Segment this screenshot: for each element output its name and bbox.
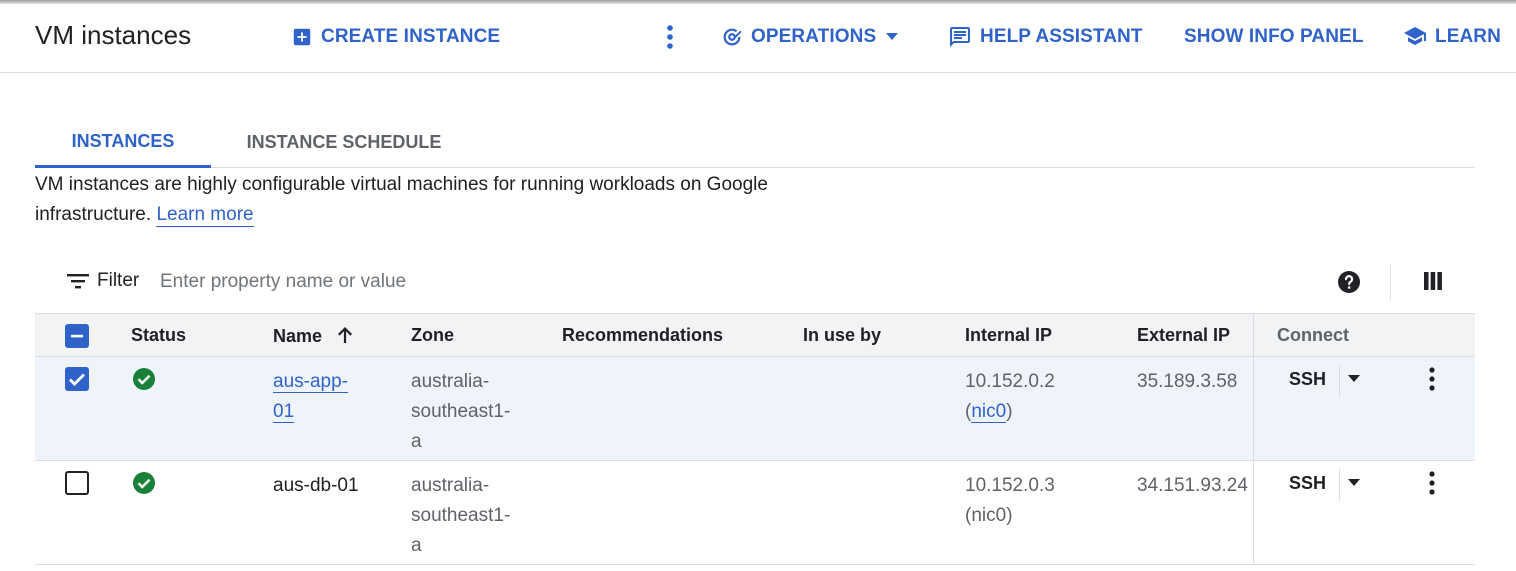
operations-icon [723, 28, 742, 46]
row-more-actions-icon[interactable] [1428, 470, 1436, 496]
instance-name-link[interactable]: aus-app- [273, 371, 348, 393]
add-box-icon [293, 28, 311, 46]
internal-ip-value: 10.152.0.3 [965, 475, 1055, 496]
column-recommendations[interactable]: Recommendations [562, 325, 723, 346]
tab-instance-schedule[interactable]: INSTANCE SCHEDULE [229, 118, 459, 167]
column-zone[interactable]: Zone [411, 325, 454, 346]
internal-ip-value: 10.152.0.2 [965, 371, 1055, 392]
help-assistant-button[interactable]: HELP ASSISTANT [948, 22, 1143, 52]
help-assistant-label: HELP ASSISTANT [980, 26, 1143, 47]
zone-line: southeast1- [411, 401, 511, 422]
instance-name-link-cont[interactable]: 01 [273, 401, 295, 423]
ssh-dropdown-icon[interactable] [1348, 375, 1360, 383]
filter-label: Filter [97, 270, 140, 291]
column-name[interactable]: Name [273, 325, 355, 347]
filter-icon [67, 274, 89, 289]
zone-line: australia- [411, 475, 490, 496]
ssh-button[interactable]: SSH [1289, 473, 1326, 494]
sort-ascending-icon [338, 327, 353, 343]
help-icon[interactable] [1337, 270, 1361, 294]
ssh-divider [1339, 365, 1340, 397]
zone-line: southeast1- [411, 505, 511, 526]
internal-ip-cell: 10.152.0.3 (nic0) [965, 475, 1055, 526]
zone-line: a [411, 535, 422, 556]
column-status[interactable]: Status [131, 325, 186, 346]
row-more-actions-icon[interactable] [1428, 366, 1436, 392]
table-row[interactable]: aus-app- 01 australia- southeast1- a 10.… [35, 357, 1475, 461]
show-info-panel-button[interactable]: SHOW INFO PANEL [1184, 22, 1364, 52]
learn-label: LEARN [1435, 26, 1501, 47]
school-icon [1404, 27, 1426, 45]
select-all-checkbox[interactable] [65, 324, 89, 348]
operations-button[interactable]: OPERATIONS [721, 22, 899, 52]
filter-bar: Filter [35, 262, 1475, 302]
dropdown-arrow-icon [886, 33, 899, 40]
instance-name-cell[interactable]: aus-app- 01 [273, 367, 348, 427]
learn-button[interactable]: LEARN [1403, 22, 1501, 52]
operations-label: OPERATIONS [751, 26, 877, 47]
more-actions-button[interactable] [664, 22, 684, 52]
filter-input[interactable] [160, 266, 760, 298]
ssh-dropdown-icon[interactable] [1348, 479, 1360, 487]
column-display-icon[interactable] [1422, 270, 1444, 292]
table-row[interactable]: aus-db-01 australia- southeast1- a 10.15… [35, 461, 1475, 565]
more-vert-icon [667, 25, 673, 49]
table-header: Status Name Zone Recommendations In use … [35, 313, 1475, 357]
chat-icon [950, 27, 970, 47]
internal-ip-cell: 10.152.0.2 (nic0) [965, 371, 1055, 423]
nic-text: nic0 [971, 505, 1007, 526]
create-instance-button[interactable]: CREATE INSTANCE [291, 22, 500, 52]
status-running-icon [133, 472, 155, 494]
show-info-panel-label: SHOW INFO PANEL [1184, 26, 1364, 47]
checkmark-icon [69, 373, 85, 386]
page-title: VM instances [35, 20, 192, 50]
page-header: VM instances CREATE INSTANCE OPERATIONS … [0, 4, 1516, 73]
column-connect: Connect [1277, 325, 1349, 345]
create-instance-label: CREATE INSTANCE [321, 26, 501, 47]
column-external-ip[interactable]: External IP [1137, 325, 1230, 346]
column-internal-ip[interactable]: Internal IP [965, 325, 1052, 346]
sticky-column-divider [1253, 313, 1254, 563]
indeterminate-icon [71, 334, 83, 338]
instance-name-text[interactable]: aus-db-01 [273, 475, 359, 496]
description-text: VM instances are highly configurable vir… [35, 174, 768, 225]
ssh-divider [1339, 469, 1340, 501]
row-checkbox[interactable] [65, 471, 89, 495]
external-ip-cell: 35.189.3.58 [1137, 371, 1238, 392]
column-name-label: Name [273, 326, 323, 346]
external-ip-cell: 34.151.93.24 [1137, 475, 1248, 496]
zone-cell: australia- southeast1- a [411, 367, 510, 457]
zone-line: australia- [411, 371, 490, 392]
learn-more-link[interactable]: Learn more [156, 204, 254, 227]
ssh-button[interactable]: SSH [1289, 369, 1326, 390]
row-checkbox[interactable] [65, 367, 89, 391]
nic-link[interactable]: nic0 [971, 401, 1007, 423]
filter-divider [1390, 264, 1391, 300]
zone-cell: australia- southeast1- a [411, 471, 510, 561]
zone-line: a [411, 431, 422, 452]
tab-instances[interactable]: INSTANCES [35, 118, 211, 168]
instance-name-cell[interactable]: aus-db-01 [273, 471, 359, 501]
status-running-icon [133, 368, 155, 390]
column-in-use-by[interactable]: In use by [803, 325, 881, 346]
page-description: VM instances are highly configurable vir… [35, 170, 835, 230]
tab-bar: INSTANCES INSTANCE SCHEDULE [35, 118, 1475, 168]
